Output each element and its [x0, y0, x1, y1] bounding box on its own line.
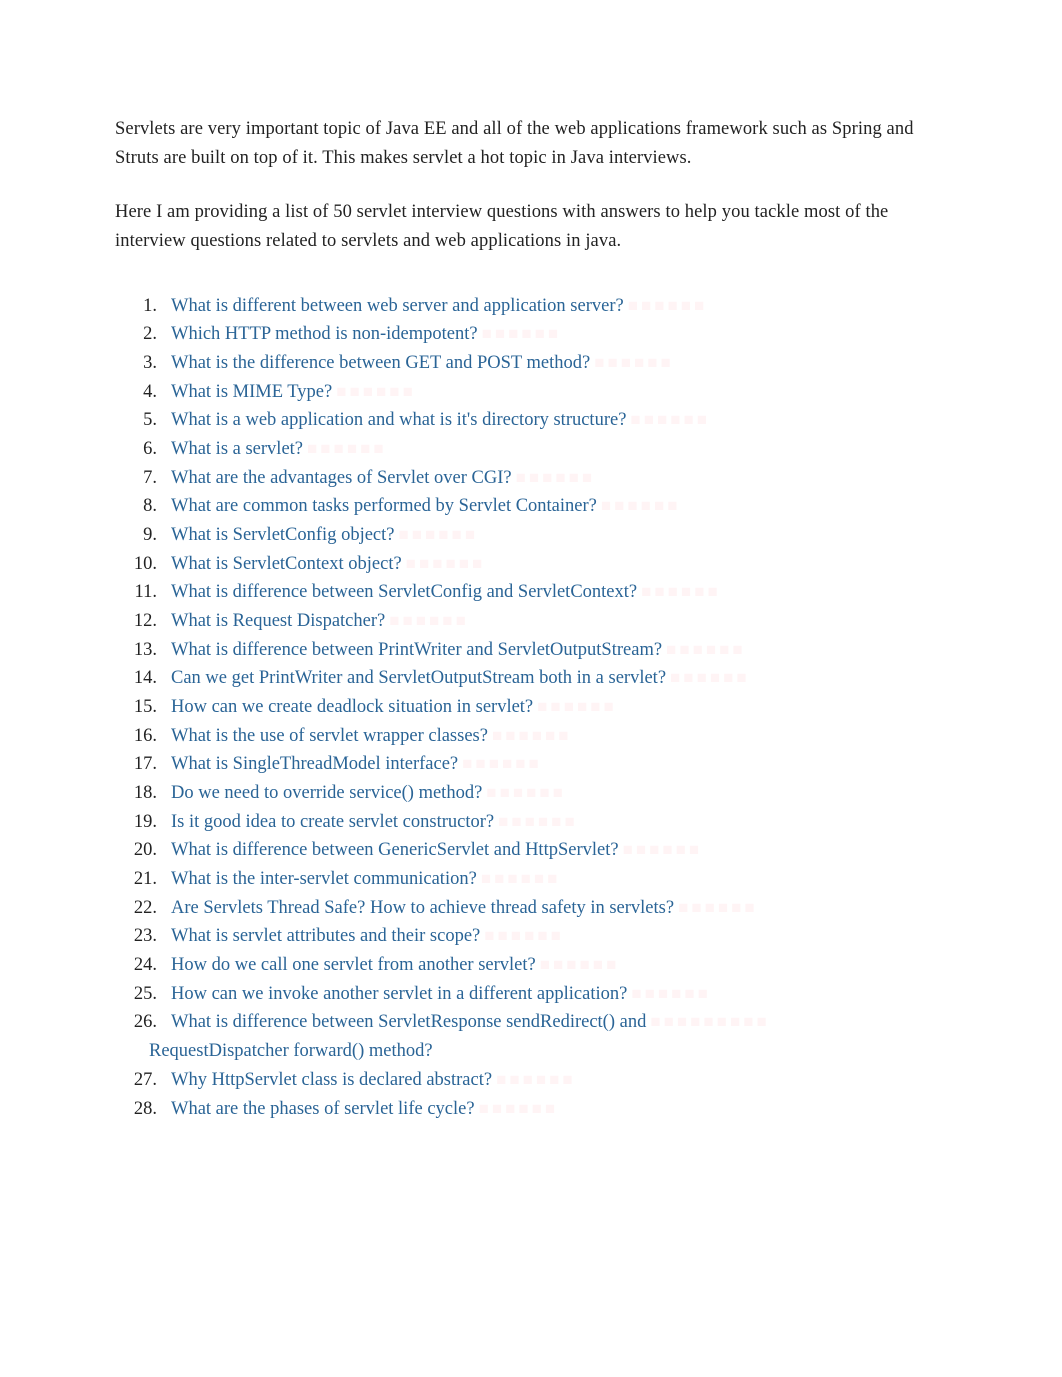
question-link[interactable]: Are Servlets Thread Safe? How to achieve… [171, 898, 674, 918]
question-link[interactable]: What are common tasks performed by Servl… [171, 496, 597, 516]
ghost-overlay: ■■■■■■ [336, 382, 416, 401]
ghost-overlay: ■■■■■■ [628, 296, 708, 315]
question-link[interactable]: What is difference between ServletRespon… [171, 1012, 646, 1032]
question-link[interactable]: What is different between web server and… [171, 296, 624, 316]
question-item: What is difference between ServletConfig… [119, 578, 947, 607]
question-item: What is the use of servlet wrapper class… [119, 722, 947, 751]
ghost-overlay: ■■■■■■ [631, 984, 711, 1003]
question-item: What is difference between GenericServle… [119, 836, 947, 865]
ghost-overlay: ■■■■■■ [670, 668, 750, 687]
ghost-overlay: ■■■■■■ [307, 439, 387, 458]
question-item: What are common tasks performed by Servl… [119, 492, 947, 521]
question-item: Why HttpServlet class is declared abstra… [119, 1066, 947, 1095]
ghost-overlay: ■■■■■■ [484, 926, 564, 945]
question-item: What is ServletConfig object?■■■■■■ [119, 521, 947, 550]
question-link[interactable]: What are the advantages of Servlet over … [171, 468, 512, 488]
question-item: What is difference between ServletRespon… [119, 1008, 947, 1065]
question-item: Are Servlets Thread Safe? How to achieve… [119, 894, 947, 923]
question-item: What are the advantages of Servlet over … [119, 464, 947, 493]
question-link[interactable]: What is a web application and what is it… [171, 410, 626, 430]
intro-paragraph-2: Here I am providing a list of 50 servlet… [115, 198, 947, 255]
question-item: What is the inter-servlet communication?… [119, 865, 947, 894]
question-item: What is Request Dispatcher?■■■■■■ [119, 607, 947, 636]
question-link[interactable]: How can we invoke another servlet in a d… [171, 984, 627, 1004]
ghost-overlay: ■■■■■■ [406, 554, 486, 573]
ghost-overlay: ■■■■■■ [462, 754, 542, 773]
ghost-overlay: ■■■■■■ [666, 640, 746, 659]
question-item: What is servlet attributes and their sco… [119, 922, 947, 951]
question-item: What is difference between PrintWriter a… [119, 636, 947, 665]
question-link[interactable]: What is SingleThreadModel interface? [171, 754, 458, 774]
question-item: Do we need to override service() method?… [119, 779, 947, 808]
question-link[interactable]: What is the difference between GET and P… [171, 353, 590, 373]
question-item: Is it good idea to create servlet constr… [119, 808, 947, 837]
question-link[interactable]: Which HTTP method is non-idempotent? [171, 324, 478, 344]
question-item: Which HTTP method is non-idempotent?■■■■… [119, 320, 947, 349]
question-item: What is SingleThreadModel interface?■■■■… [119, 750, 947, 779]
ghost-overlay: ■■■■■■ [678, 898, 758, 917]
question-link[interactable]: What is servlet attributes and their sco… [171, 926, 480, 946]
ghost-overlay: ■■■■■■ [496, 1070, 576, 1089]
question-link[interactable]: What are the phases of servlet life cycl… [171, 1099, 475, 1119]
question-item: What is MIME Type?■■■■■■ [119, 378, 947, 407]
question-link[interactable]: Can we get PrintWriter and ServletOutput… [171, 668, 666, 688]
question-item: What is different between web server and… [119, 292, 947, 321]
question-item: What is a servlet?■■■■■■ [119, 435, 947, 464]
document-page: Servlets are very important topic of Jav… [0, 0, 1062, 1123]
ghost-overlay: ■■■■■■ [398, 525, 478, 544]
intro-paragraph-1: Servlets are very important topic of Jav… [115, 115, 947, 172]
question-item: How can we create deadlock situation in … [119, 693, 947, 722]
question-link[interactable]: What is MIME Type? [171, 382, 332, 402]
ghost-overlay: ■■■■■■■■■ [650, 1012, 769, 1031]
ghost-overlay: ■■■■■■ [498, 812, 578, 831]
ghost-overlay: ■■■■■■ [630, 410, 710, 429]
ghost-overlay: ■■■■■■ [601, 496, 681, 515]
question-link[interactable]: What is difference between PrintWriter a… [171, 640, 662, 660]
question-link[interactable]: How do we call one servlet from another … [171, 955, 536, 975]
question-link[interactable]: What is Request Dispatcher? [171, 611, 385, 631]
question-link[interactable]: What is the use of servlet wrapper class… [171, 726, 488, 746]
ghost-overlay: ■■■■■■ [479, 1099, 559, 1118]
question-link[interactable]: What is difference between GenericServle… [171, 840, 619, 860]
question-link[interactable]: What is difference between ServletConfig… [171, 582, 637, 602]
question-item: How can we invoke another servlet in a d… [119, 980, 947, 1009]
question-link[interactable]: Do we need to override service() method? [171, 783, 482, 803]
question-link[interactable]: What is ServletConfig object? [171, 525, 394, 545]
ghost-overlay: ■■■■■■ [389, 611, 469, 630]
ghost-overlay: ■■■■■■ [540, 955, 620, 974]
question-item: Can we get PrintWriter and ServletOutput… [119, 664, 947, 693]
ghost-overlay: ■■■■■■ [537, 697, 617, 716]
ghost-overlay: ■■■■■■ [623, 840, 703, 859]
question-item: What is a web application and what is it… [119, 406, 947, 435]
question-link[interactable]: How can we create deadlock situation in … [171, 697, 533, 717]
question-item: What are the phases of servlet life cycl… [119, 1095, 947, 1124]
ghost-overlay: ■■■■■■ [486, 783, 566, 802]
question-item: What is the difference between GET and P… [119, 349, 947, 378]
question-link[interactable]: What is the inter-servlet communication? [171, 869, 477, 889]
question-link[interactable]: What is a servlet? [171, 439, 303, 459]
ghost-overlay: ■■■■■■ [516, 468, 596, 487]
question-link-continuation[interactable]: RequestDispatcher forward() method? [149, 1037, 947, 1066]
question-link[interactable]: Why HttpServlet class is declared abstra… [171, 1070, 492, 1090]
question-item: How do we call one servlet from another … [119, 951, 947, 980]
question-link[interactable]: What is ServletContext object? [171, 554, 402, 574]
ghost-overlay: ■■■■■■ [492, 726, 572, 745]
ghost-overlay: ■■■■■■ [481, 869, 561, 888]
question-list: What is different between web server and… [115, 292, 947, 1123]
ghost-overlay: ■■■■■■ [594, 353, 674, 372]
question-item: What is ServletContext object?■■■■■■ [119, 550, 947, 579]
ghost-overlay: ■■■■■■ [641, 582, 721, 601]
ghost-overlay: ■■■■■■ [482, 324, 562, 343]
question-link[interactable]: Is it good idea to create servlet constr… [171, 812, 494, 832]
